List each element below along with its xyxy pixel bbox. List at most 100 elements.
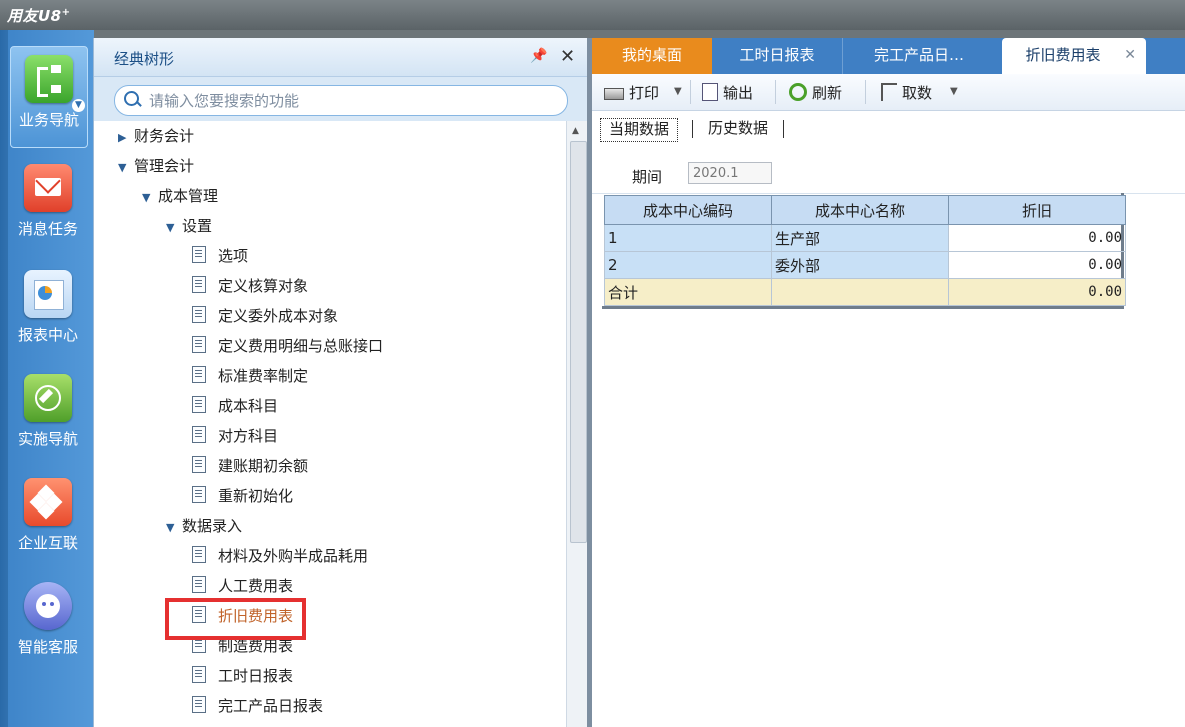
- rail-item-business-nav[interactable]: ▼ 业务导航: [10, 46, 88, 148]
- tree-leaf[interactable]: 定义费用明细与总账接口: [192, 331, 383, 361]
- close-icon[interactable]: ✕: [560, 46, 575, 67]
- chevron-down-icon: ▼: [118, 161, 127, 174]
- fetch-button[interactable]: 取数: [881, 82, 932, 103]
- total-label: 合计: [604, 278, 772, 306]
- tree-header: 经典树形 📌 ✕: [94, 38, 588, 77]
- rail-item-label: 实施导航: [17, 430, 78, 448]
- rail-item-service[interactable]: 智能客服: [10, 582, 86, 657]
- search-input[interactable]: [147, 89, 551, 113]
- app-logo: 用友U8+: [7, 7, 71, 25]
- chevron-down-icon: ▼: [166, 221, 175, 234]
- table-header-row: 成本中心编码 成本中心名称 折旧: [604, 195, 1126, 225]
- tree-leaf[interactable]: 建账期初余额: [192, 451, 308, 481]
- table-row[interactable]: 2 委外部 0.00: [604, 251, 1126, 279]
- close-icon[interactable]: ✕: [1124, 38, 1136, 72]
- document-icon: [192, 426, 206, 443]
- chevron-down-icon: ▼: [166, 521, 175, 534]
- cell-depreciation[interactable]: 0.00: [948, 251, 1126, 279]
- compass-icon: [24, 374, 72, 422]
- table-total-row: 合计 0.00: [604, 278, 1126, 306]
- period-field[interactable]: 2020.1: [688, 162, 772, 184]
- tree-node[interactable]: ▼ 设置: [166, 211, 212, 241]
- toolbar: 打印 ▼ 输出 刷新 取数 ▼: [592, 74, 1185, 111]
- tree-node[interactable]: ▼ 管理会计: [118, 151, 194, 181]
- search-box: [114, 85, 568, 116]
- report-icon: [24, 270, 72, 318]
- tree-leaf[interactable]: 定义委外成本对象: [192, 301, 338, 331]
- document-icon: [192, 456, 206, 473]
- document-icon: [192, 396, 206, 413]
- tree-node[interactable]: ▼ 数据录入: [166, 511, 242, 541]
- depreciation-table: 成本中心编码 成本中心名称 折旧 1 生产部 0.00 2 委外部 0.00 合…: [604, 195, 1126, 306]
- tab-depreciation[interactable]: 折旧费用表 ✕: [1002, 38, 1146, 74]
- chevron-down-icon[interactable]: ▼: [72, 99, 85, 112]
- total-value: 0.00: [948, 278, 1126, 306]
- selection-highlight-box: [165, 598, 306, 640]
- printer-icon: [604, 87, 624, 100]
- cell-code[interactable]: 1: [604, 224, 772, 252]
- export-button[interactable]: 输出: [702, 82, 753, 103]
- subtab-current[interactable]: 当期数据: [600, 118, 679, 142]
- rail-item-report[interactable]: 报表中心: [10, 270, 86, 345]
- scroll-thumb[interactable]: [570, 141, 587, 543]
- column-header[interactable]: 成本中心名称: [771, 195, 949, 225]
- cell-name[interactable]: 委外部: [771, 251, 949, 279]
- connect-icon: [24, 478, 72, 526]
- document-icon: [192, 576, 206, 593]
- total-empty-cell: [771, 278, 949, 306]
- tree-leaf[interactable]: 完工产品日报表: [192, 691, 323, 721]
- main-content: 我的桌面 工时日报表 完工产品日… 折旧费用表 ✕ 打印 ▼ 输出 刷新 取数 …: [592, 38, 1185, 727]
- document-icon: [192, 366, 206, 383]
- document-icon: [192, 306, 206, 323]
- refresh-button[interactable]: 刷新: [789, 82, 842, 103]
- tree-scrollbar[interactable]: ▲: [566, 121, 589, 727]
- column-header[interactable]: 折旧: [948, 195, 1126, 225]
- tree-node[interactable]: ▼ 成本管理: [142, 181, 218, 211]
- column-header[interactable]: 成本中心编码: [604, 195, 772, 225]
- rail-item-label: 智能客服: [17, 638, 78, 656]
- search-icon: [124, 91, 139, 106]
- document-icon: [192, 336, 206, 353]
- tree-leaf[interactable]: 人工费用表: [192, 571, 293, 601]
- cell-code[interactable]: 2: [604, 251, 772, 279]
- cell-depreciation[interactable]: 0.00: [948, 224, 1126, 252]
- fetch-dropdown-icon[interactable]: ▼: [950, 86, 958, 97]
- tree-leaf[interactable]: 对方科目: [192, 421, 278, 451]
- rail-item-label: 企业互联: [17, 534, 78, 552]
- tree-node[interactable]: ▶ 财务会计: [118, 121, 194, 151]
- tree-leaf[interactable]: 重新初始化: [192, 481, 293, 511]
- rail-item-message[interactable]: 消息任务: [10, 164, 86, 239]
- scroll-up-icon[interactable]: ▲: [572, 126, 579, 136]
- export-icon: [702, 82, 718, 101]
- document-icon: [192, 486, 206, 503]
- cell-name[interactable]: 生产部: [771, 224, 949, 252]
- title-bar: 用友U8+: [0, 0, 1185, 30]
- tab-my-desktop[interactable]: 我的桌面: [592, 38, 712, 74]
- document-icon: [192, 246, 206, 263]
- pin-icon[interactable]: 📌: [530, 48, 547, 64]
- fetch-icon: [881, 82, 897, 101]
- chevron-down-icon: ▼: [142, 191, 151, 204]
- document-icon: [192, 546, 206, 563]
- table-row[interactable]: 1 生产部 0.00: [604, 224, 1126, 252]
- tab-work-hours[interactable]: 工时日报表: [712, 38, 843, 74]
- rail-item-label: 业务导航: [18, 111, 79, 129]
- subtab-history[interactable]: 历史数据: [700, 118, 776, 140]
- print-button[interactable]: 打印: [604, 82, 659, 103]
- tree-leaf[interactable]: 标准费率制定: [192, 361, 308, 391]
- rail-item-connect[interactable]: 企业互联: [10, 478, 86, 553]
- tab-finished-products[interactable]: 完工产品日…: [844, 38, 994, 74]
- document-icon: [192, 276, 206, 293]
- tree-leaf[interactable]: 成本科目: [192, 391, 278, 421]
- rail-item-implementation[interactable]: 实施导航: [10, 374, 86, 449]
- tree-leaf[interactable]: 定义核算对象: [192, 271, 308, 301]
- tree-title: 经典树形: [114, 50, 175, 68]
- business-nav-icon: [25, 55, 73, 103]
- tree-leaf[interactable]: 选项: [192, 241, 248, 271]
- service-icon: [24, 582, 72, 630]
- tree-leaf[interactable]: 材料及外购半成品耗用: [192, 541, 368, 571]
- print-dropdown-icon[interactable]: ▼: [674, 86, 682, 97]
- tab-bar: 我的桌面 工时日报表 完工产品日… 折旧费用表 ✕: [592, 38, 1185, 74]
- message-icon: [24, 164, 72, 212]
- tree-leaf[interactable]: 工时日报表: [192, 661, 293, 691]
